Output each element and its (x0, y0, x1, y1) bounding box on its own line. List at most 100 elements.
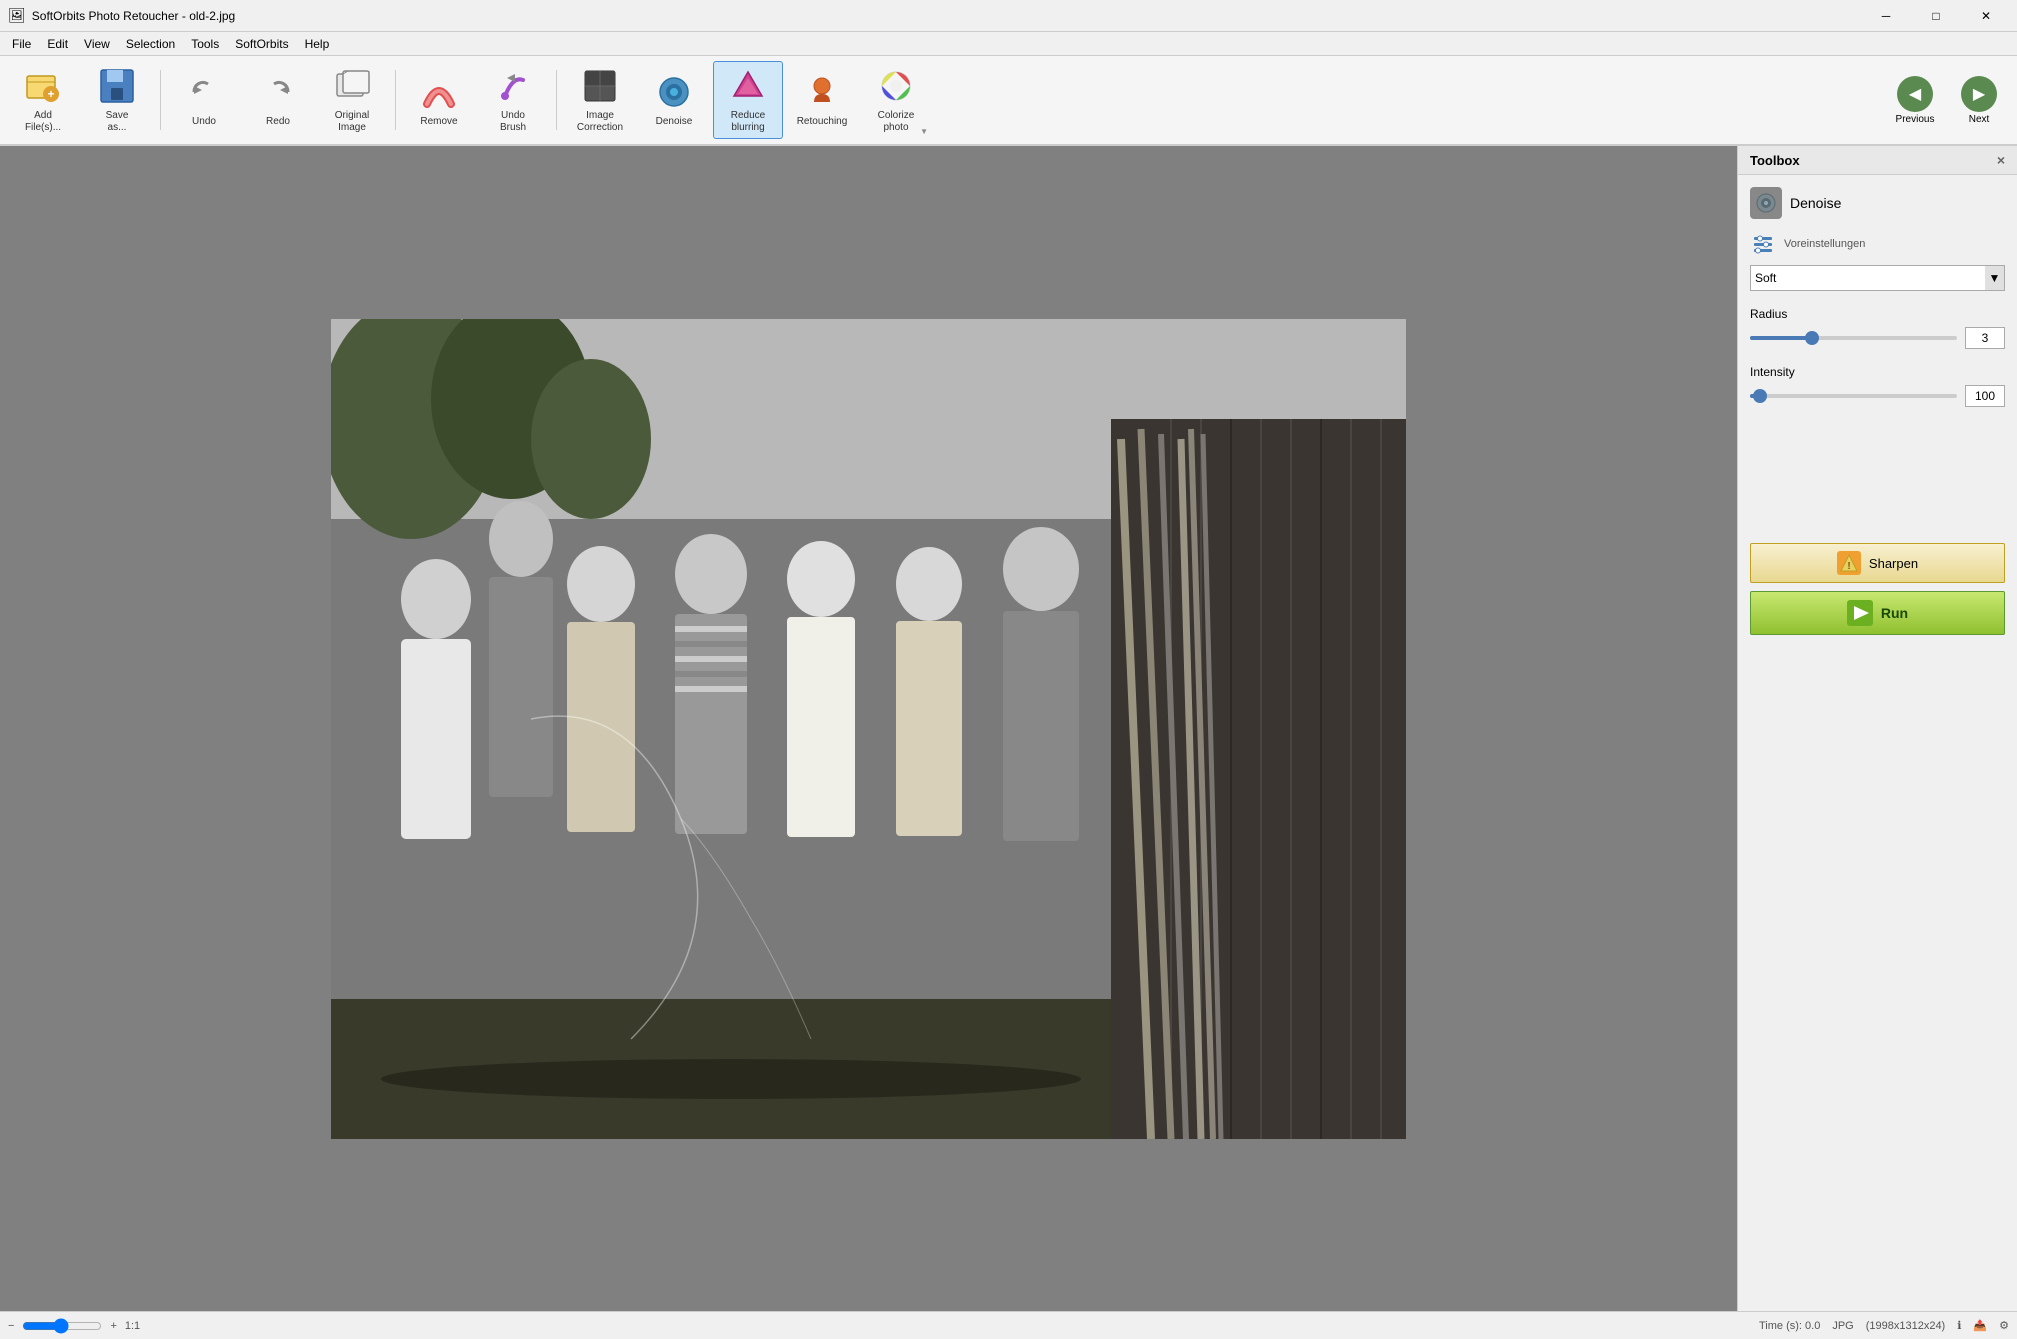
radius-thumb[interactable] (1805, 331, 1819, 345)
add-files-button[interactable]: + AddFile(s)... (8, 61, 78, 139)
toolbox-title: Toolbox (1750, 153, 1800, 168)
menu-softorbits[interactable]: SoftOrbits (227, 32, 296, 55)
separator-1 (160, 70, 161, 130)
presets-label: Voreinstellungen (1784, 238, 1865, 250)
radius-section: Radius 3 (1750, 307, 2005, 349)
save-as-label: Saveas... (106, 110, 129, 134)
title-bar: 🖼 SoftOrbits Photo Retoucher - old-2.jpg… (0, 0, 2017, 32)
original-image-icon (332, 66, 372, 106)
menu-file[interactable]: File (4, 32, 39, 55)
original-image-label: OriginalImage (335, 110, 369, 134)
status-right: Time (s): 0.0 JPG (1998x1312x24) ℹ 📤 ⚙ (1759, 1319, 2009, 1332)
add-files-icon: + (23, 66, 63, 106)
intensity-label: Intensity (1750, 365, 2005, 379)
app-icon: 🖼 (8, 7, 26, 24)
close-button[interactable]: ✕ (1963, 0, 2009, 32)
reduce-blurring-icon (728, 66, 768, 106)
run-label: Run (1881, 605, 1908, 621)
run-button[interactable]: Run (1750, 591, 2005, 635)
radius-slider[interactable] (1750, 336, 1957, 340)
dimensions-label: (1998x1312x24) (1866, 1320, 1946, 1332)
intensity-thumb[interactable] (1753, 389, 1767, 403)
previous-button[interactable]: ◀ Previous (1885, 71, 1945, 130)
previous-label: Previous (1896, 114, 1935, 125)
colorize-photo-button[interactable]: Colorizephoto ▼ (861, 61, 931, 139)
remove-label: Remove (420, 116, 457, 128)
separator-2 (395, 70, 396, 130)
share-icon[interactable]: 📤 (1973, 1319, 1987, 1332)
settings-icon[interactable]: ⚙ (1999, 1319, 2009, 1332)
menu-view[interactable]: View (76, 32, 118, 55)
intensity-slider[interactable] (1750, 394, 1957, 398)
nav-buttons: ◀ Previous ▶ Next (1885, 71, 2009, 130)
undo-icon (184, 72, 224, 112)
menu-bar: File Edit View Selection Tools SoftOrbit… (0, 32, 2017, 56)
presets-row: Voreinstellungen (1750, 231, 2005, 257)
previous-arrow-icon: ◀ (1897, 76, 1933, 112)
menu-help[interactable]: Help (297, 32, 338, 55)
radius-value[interactable]: 3 (1965, 327, 2005, 349)
denoise-icon (654, 72, 694, 112)
sharpen-button[interactable]: ! Sharpen (1750, 543, 2005, 583)
reduce-blurring-button[interactable]: Reduce blurring (713, 61, 783, 139)
preset-select-wrapper: Soft Medium Strong Custom ▼ (1750, 265, 2005, 291)
minimize-button[interactable]: ─ (1863, 0, 1909, 32)
menu-edit[interactable]: Edit (39, 32, 76, 55)
run-icon (1847, 600, 1873, 626)
svg-text:!: ! (1847, 561, 1850, 572)
toolbox-spacer (1750, 423, 2005, 503)
zoom-slider[interactable] (22, 1318, 102, 1334)
maximize-button[interactable]: □ (1913, 0, 1959, 32)
denoise-button[interactable]: Denoise (639, 61, 709, 139)
undo-brush-button[interactable]: UndoBrush (478, 61, 548, 139)
status-bar: − + 1:1 Time (s): 0.0 JPG (1998x1312x24)… (0, 1311, 2017, 1339)
info-icon[interactable]: ℹ (1957, 1319, 1961, 1332)
radius-label: Radius (1750, 307, 2005, 321)
sharpen-icon: ! (1837, 551, 1861, 575)
save-as-button[interactable]: Saveas... (82, 61, 152, 139)
colorize-photo-label: Colorizephoto (878, 110, 915, 134)
remove-icon (419, 72, 459, 112)
image-correction-icon (580, 66, 620, 106)
colorize-photo-icon (876, 66, 916, 106)
zoom-out-icon: − (8, 1320, 14, 1332)
undo-button[interactable]: Undo (169, 61, 239, 139)
status-left: − + 1:1 (8, 1318, 140, 1334)
zoom-control (22, 1318, 102, 1334)
intensity-section: Intensity 100 (1750, 365, 2005, 407)
remove-button[interactable]: Remove (404, 61, 474, 139)
photo-image (331, 319, 1406, 1139)
select-dropdown-arrow[interactable]: ▼ (1985, 265, 2005, 291)
preset-select[interactable]: Soft Medium Strong Custom (1750, 265, 1985, 291)
menu-selection[interactable]: Selection (118, 32, 183, 55)
canvas-area[interactable] (0, 146, 1737, 1311)
toolbox-header: Toolbox × (1738, 146, 2017, 175)
next-arrow-icon: ▶ (1961, 76, 1997, 112)
denoise-label: Denoise (656, 116, 693, 128)
redo-button[interactable]: Redo (243, 61, 313, 139)
title-bar-left: 🖼 SoftOrbits Photo Retoucher - old-2.jpg (8, 7, 235, 24)
retouching-label: Retouching (797, 116, 848, 128)
retouching-button[interactable]: Retouching (787, 61, 857, 139)
image-correction-button[interactable]: ImageCorrection (565, 61, 635, 139)
photo-container (0, 146, 1737, 1311)
sharpen-label: Sharpen (1869, 556, 1918, 571)
title-bar-controls: ─ □ ✕ (1863, 0, 2009, 32)
main-area: Toolbox × Denoise (0, 146, 2017, 1311)
intensity-slider-row: 100 (1750, 385, 2005, 407)
image-correction-label: ImageCorrection (577, 110, 623, 134)
intensity-value[interactable]: 100 (1965, 385, 2005, 407)
add-files-label: AddFile(s)... (25, 110, 61, 134)
denoise-section-header: Denoise (1750, 187, 2005, 219)
radius-slider-row: 3 (1750, 327, 2005, 349)
toolbox-panel: Toolbox × Denoise (1737, 146, 2017, 1311)
next-button[interactable]: ▶ Next (1949, 71, 2009, 130)
svg-text:+: + (47, 87, 54, 101)
reduce-blurring-label: Reduce blurring (718, 110, 778, 134)
toolbox-close-button[interactable]: × (1997, 152, 2005, 168)
radius-fill (1750, 336, 1812, 340)
menu-tools[interactable]: Tools (183, 32, 227, 55)
undo-brush-icon (493, 66, 533, 106)
dropdown-arrow: ▼ (920, 127, 928, 136)
original-image-button[interactable]: OriginalImage (317, 61, 387, 139)
